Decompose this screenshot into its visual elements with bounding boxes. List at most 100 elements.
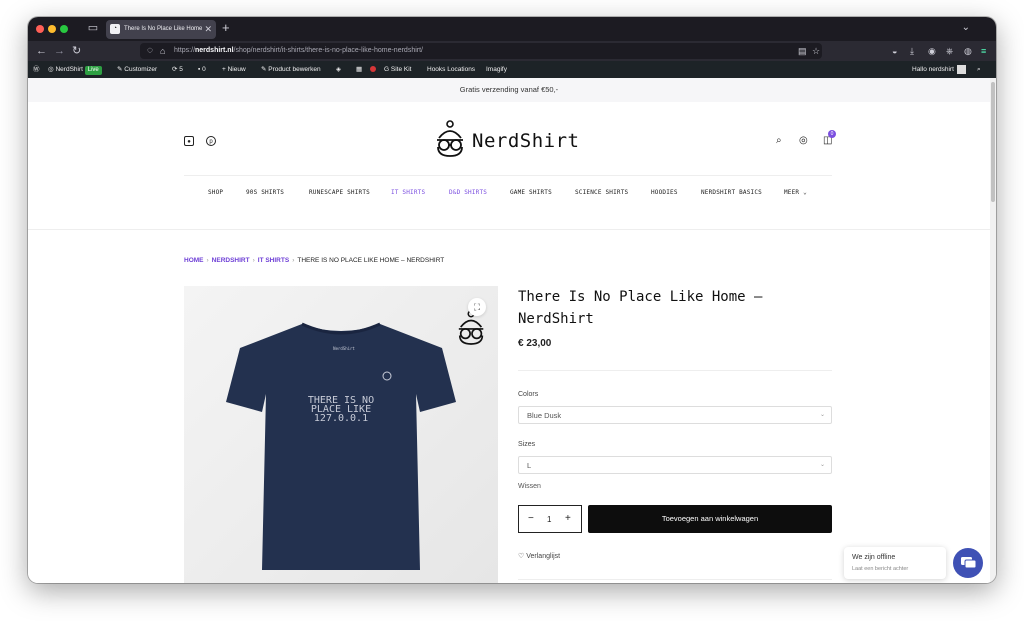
comments-link[interactable]: ▪ 0 (198, 63, 206, 76)
heart-icon: ♡ (518, 553, 525, 560)
scrollbar-thumb[interactable] (991, 82, 995, 202)
chat-icon (961, 557, 977, 569)
nerd-brand-icon (458, 310, 484, 345)
quantity-input[interactable]: 1 (547, 514, 551, 526)
breadcrumb-current: THERE IS NO PLACE LIKE HOME – NERDSHIRT (297, 257, 445, 264)
forward-icon[interactable]: → (54, 44, 65, 58)
breadcrumb-it-shirts[interactable]: IT SHIRTS (258, 257, 289, 264)
browser-tab[interactable]: ◔ There Is No Place Like Home – N ✕ (106, 20, 216, 39)
menu-item-science-shirts[interactable]: SCIENCE SHIRTS (575, 186, 628, 200)
chat-title: We zijn offline (852, 554, 896, 561)
breadcrumb: HOME › NERDSHIRT › IT SHIRTS › THERE IS NO PLA… (184, 257, 445, 264)
cart-count-badge: 0 (828, 130, 836, 138)
pocket-icon[interactable]: ◒ (892, 44, 897, 58)
site-logo[interactable]: NerdShirt (434, 120, 584, 160)
live-badge: Live (84, 66, 102, 75)
url-text[interactable]: https://nerdshirt.nl/shop/nerdshirt/it-s… (174, 45, 423, 57)
menu-item-90s-shirts[interactable]: 90S SHIRTS (246, 186, 284, 200)
admin-search-icon[interactable]: ⌕ (977, 63, 981, 76)
chat-offline-bubble[interactable]: We zijn offline Laat een bericht achter (844, 547, 946, 579)
admin-site-link[interactable]: ◎ NerdShirt Live (48, 63, 102, 76)
close-window-button[interactable] (36, 25, 44, 33)
product-image[interactable]: NerdShirt THERE IS NO PLACE LIKE 127.0.0… (184, 286, 498, 583)
menu-item-dnd-shirts[interactable]: D&D SHIRTS (449, 186, 487, 200)
fullscreen-zoom-icon[interactable]: ⛶ (468, 298, 486, 316)
breadcrumb-home[interactable]: HOME (184, 257, 204, 264)
avatar (956, 64, 966, 74)
reader-view-icon[interactable]: ▤ (798, 44, 807, 58)
menu-item-meer[interactable]: MEER ⌄ (784, 186, 807, 200)
add-to-cart-button[interactable]: Toevoegen aan winkelwagen (588, 505, 832, 533)
edit-product-link[interactable]: ✎ Product bewerken (261, 63, 321, 76)
promo-bar: Gratis verzending vanaf €50,- (28, 78, 990, 102)
new-content-link[interactable]: + Nieuw (222, 63, 246, 76)
chevron-down-icon: ⌄ (819, 412, 825, 418)
colors-selected-value: Blue Dusk (527, 411, 562, 420)
list-tabs-icon[interactable]: ⌄ (962, 21, 970, 35)
menu-item-runescape-shirts[interactable]: RUNESCAPE SHIRTS (309, 186, 370, 200)
divider (518, 370, 832, 371)
clear-selection-link[interactable]: Wissen (518, 482, 541, 492)
cache-icon[interactable]: ▦ (356, 63, 362, 76)
updates-link[interactable]: ⟳ 5 (172, 63, 183, 76)
maximize-window-button[interactable] (60, 25, 68, 33)
minimize-window-button[interactable] (48, 25, 56, 33)
extension-icon[interactable]: ◍ (964, 44, 972, 58)
reload-icon[interactable]: ↻ (72, 44, 81, 58)
menu-item-shop[interactable]: SHOP (208, 186, 223, 200)
menu-icon[interactable]: ≡ (981, 44, 986, 58)
product-price: € 23,00 (518, 338, 552, 349)
tshirt-image: NerdShirt THERE IS NO PLACE LIKE 127.0.0… (226, 322, 456, 570)
search-icon[interactable]: ⌕ (776, 135, 782, 147)
pinterest-icon[interactable]: p (206, 136, 216, 146)
account-icon[interactable]: ◉ (928, 44, 936, 58)
url-bar[interactable]: ◌ ⌂ https://nerdshirt.nl/shop/nerdshirt/… (140, 43, 822, 59)
downloads-icon[interactable]: ⤓ (910, 44, 914, 58)
menu-item-hoodies[interactable]: HOODIES (651, 186, 678, 200)
customizer-link[interactable]: ✎ Customizer (117, 63, 157, 76)
tab-bar: ▭ ◔ There Is No Place Like Home – N ✕ + … (28, 17, 996, 41)
menu-item-nerdshirt-basics[interactable]: NERDSHIRT BASICS (701, 186, 762, 200)
page-scrollbar[interactable] (990, 78, 996, 583)
chevron-down-icon: ⌄ (803, 189, 807, 196)
wishlist-link[interactable]: ♡ Verlanglijst (518, 552, 560, 562)
menu-item-game-shirts[interactable]: GAME SHIRTS (510, 186, 552, 200)
breadcrumb-nerdshirt[interactable]: NERDSHIRT (212, 257, 250, 264)
sizes-selected-value: L (527, 461, 532, 470)
quantity-increase-button[interactable]: + (565, 513, 571, 525)
tracking-shield-icon[interactable]: ◌ (147, 44, 153, 58)
close-tab-icon[interactable]: ✕ (204, 23, 212, 35)
instagram-icon[interactable]: ● (184, 136, 194, 146)
extensions-icon[interactable]: ⎈ (946, 44, 953, 58)
quantity-decrease-button[interactable]: − (528, 513, 534, 525)
imagify-link[interactable]: Imagify (486, 63, 507, 76)
quantity-stepper: − 1 + (518, 505, 582, 533)
site-kit-link[interactable]: G Site Kit (384, 63, 411, 76)
bookmark-star-icon[interactable]: ☆ (812, 44, 820, 58)
web-page: Gratis verzending vanaf €50,- ● p NerdSh… (28, 78, 990, 583)
tab-manager-icon[interactable]: ▭ (86, 21, 100, 35)
navigation-toolbar: ← → ↻ ◌ ⌂ https://nerdshirt.nl/shop/nerd… (28, 41, 996, 61)
chat-launcher-button[interactable] (953, 548, 983, 578)
hooks-locations-link[interactable]: Hooks Locations (427, 63, 475, 76)
logo-text: NerdShirt (472, 130, 580, 152)
nerd-logo-icon (437, 120, 463, 157)
status-dot-icon[interactable] (370, 63, 376, 76)
account-icon[interactable]: ◎ (799, 135, 808, 147)
browser-window: ▭ ◔ There Is No Place Like Home – N ✕ + … (28, 17, 996, 583)
menu-divider (184, 175, 832, 176)
tab-title: There Is No Place Like Home – N (124, 26, 202, 32)
new-tab-icon[interactable]: + (222, 20, 230, 36)
back-icon[interactable]: ← (36, 44, 47, 58)
main-menu: SHOP 90S SHIRTS RUNESCAPE SHIRTS IT SHIR… (184, 186, 832, 200)
divider (518, 579, 832, 580)
seo-icon[interactable]: ◈ (336, 63, 341, 76)
menu-item-it-shirts[interactable]: IT SHIRTS (391, 186, 425, 200)
account-greeting[interactable]: Hallo nerdshirt (912, 63, 966, 76)
shirt-print-line3: 127.0.0.1 (314, 413, 368, 424)
sizes-select[interactable]: L ⌄ (518, 456, 832, 474)
lock-icon[interactable]: ⌂ (160, 44, 165, 58)
colors-label: Colors (518, 391, 539, 398)
colors-select[interactable]: Blue Dusk ⌄ (518, 406, 832, 424)
wordpress-logo-icon[interactable]: Ⓦ (33, 63, 40, 76)
